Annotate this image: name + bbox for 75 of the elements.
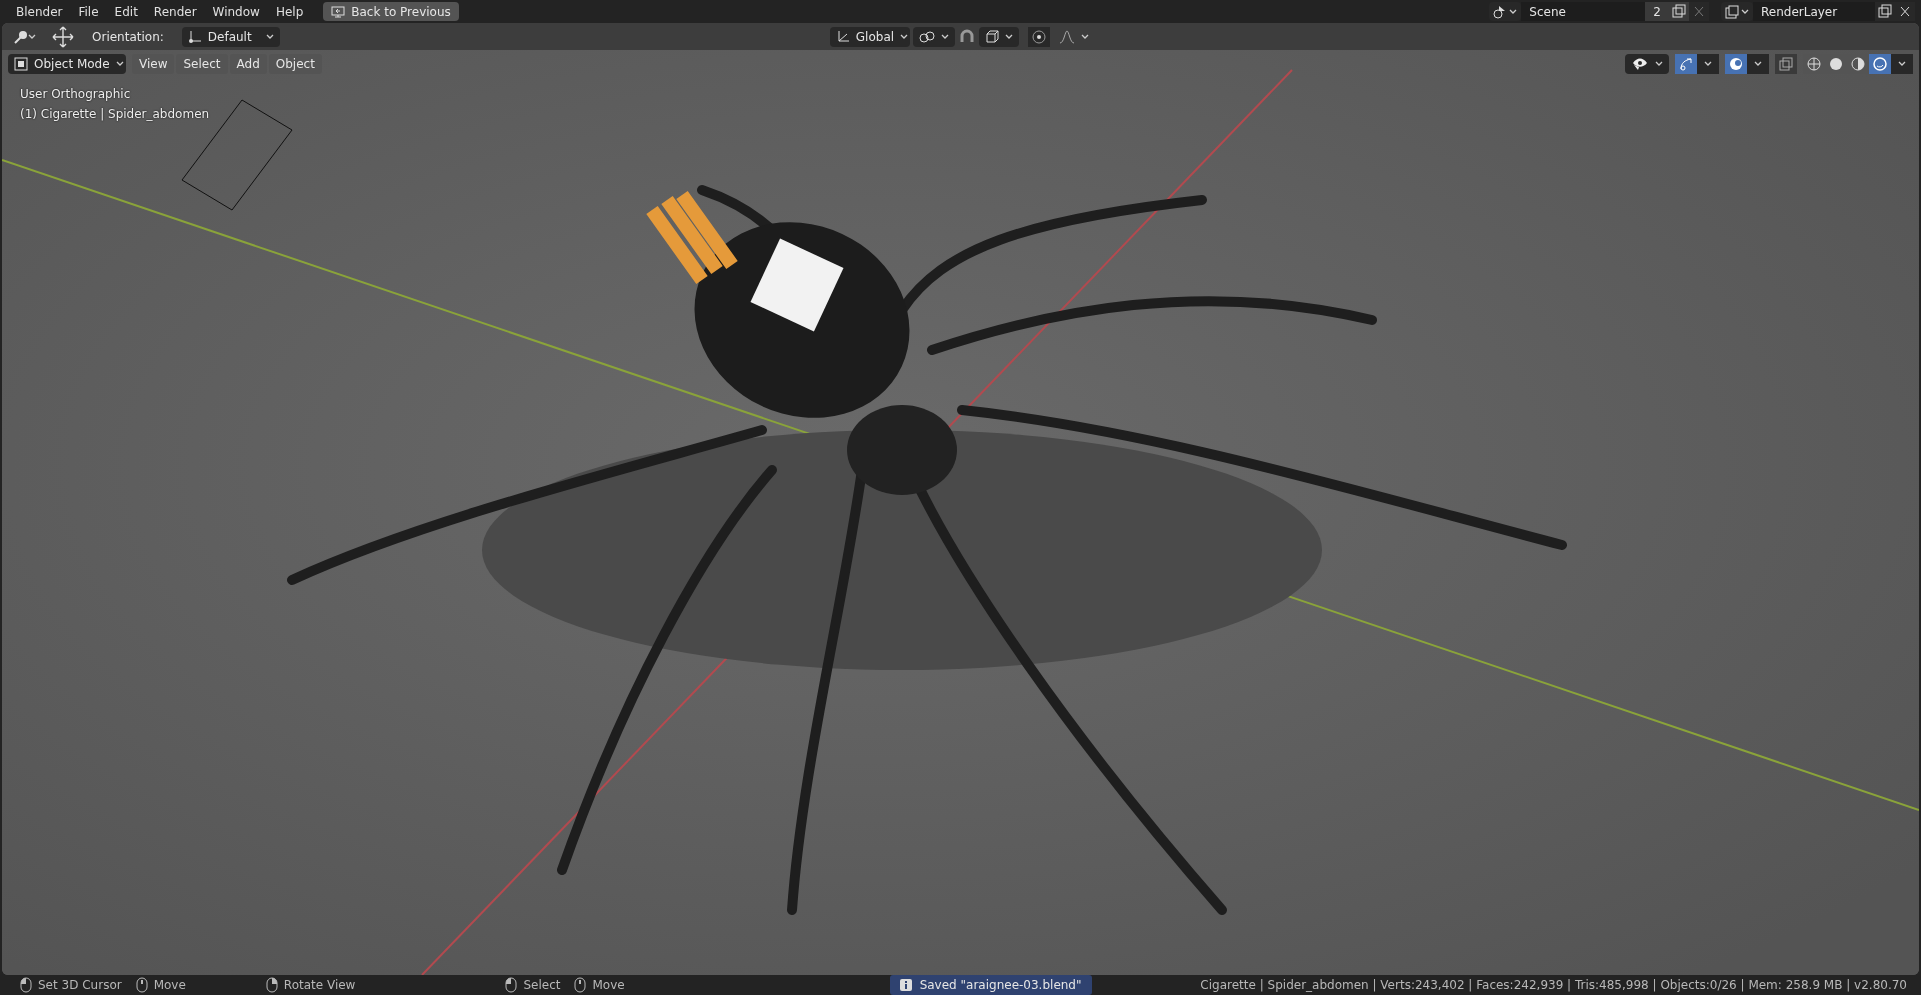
copy-icon[interactable] bbox=[1875, 2, 1895, 21]
orientation-label: Orientation: bbox=[92, 28, 164, 46]
wireframe-sphere-icon bbox=[1807, 56, 1821, 71]
axes-icon bbox=[835, 29, 850, 44]
caret-icon[interactable] bbox=[115, 60, 124, 67]
back-button[interactable]: Back to Previous bbox=[323, 2, 459, 21]
menu-button[interactable]: View bbox=[132, 53, 175, 74]
caret-icon[interactable] bbox=[265, 33, 274, 40]
overlay-icon bbox=[1729, 56, 1743, 71]
half-sphere-icon bbox=[1851, 56, 1865, 71]
caret-icon[interactable] bbox=[1655, 60, 1663, 67]
overlay-toggle[interactable] bbox=[1725, 53, 1747, 74]
menu-button[interactable]: Select bbox=[176, 53, 228, 74]
move-icon[interactable] bbox=[52, 25, 74, 48]
caret-icon[interactable] bbox=[940, 33, 949, 40]
report-text: Saved "araignee-03.blend" bbox=[919, 977, 1082, 994]
rendered-sphere-icon bbox=[1873, 56, 1887, 71]
mouse-icon bbox=[265, 977, 278, 993]
caret-icon[interactable] bbox=[1509, 8, 1518, 15]
scene-selector[interactable] bbox=[1489, 2, 1522, 21]
xray-icon bbox=[1779, 56, 1793, 71]
app-menu[interactable]: Blender bbox=[8, 2, 71, 21]
caret-icon[interactable] bbox=[28, 33, 36, 40]
visibility-dropdown[interactable] bbox=[1625, 53, 1669, 74]
caret-icon[interactable] bbox=[1754, 60, 1762, 67]
menu-item[interactable]: Window bbox=[204, 2, 268, 21]
mouse-icon bbox=[505, 977, 518, 993]
object-info: (1) Cigarette | Spider_abdomen bbox=[20, 106, 210, 123]
layer-selector[interactable] bbox=[1721, 2, 1753, 21]
cube-icon bbox=[984, 29, 999, 44]
screen-icon bbox=[331, 5, 346, 18]
cursor-icon bbox=[14, 29, 28, 44]
scene-field[interactable]: Scene bbox=[1521, 2, 1646, 21]
info-icon bbox=[899, 979, 912, 991]
menu-item[interactable]: Help bbox=[267, 2, 312, 21]
snap-dropdown[interactable] bbox=[978, 26, 1019, 47]
user-count[interactable]: 2 bbox=[1645, 2, 1669, 21]
caret-icon[interactable] bbox=[1080, 33, 1089, 40]
caret-icon[interactable] bbox=[1741, 8, 1749, 15]
menu-item[interactable]: Render bbox=[145, 2, 205, 21]
menu-item[interactable]: Edit bbox=[106, 2, 146, 21]
menu-item[interactable]: File bbox=[70, 2, 107, 21]
layer-field[interactable]: RenderLayer bbox=[1753, 2, 1875, 21]
orientation-dropdown[interactable]: Default bbox=[181, 26, 280, 47]
transform-orientation-dropdown[interactable]: Global bbox=[829, 26, 910, 47]
copy-icon[interactable] bbox=[1669, 2, 1689, 21]
circle-dot-icon bbox=[1031, 29, 1046, 44]
mouse-icon bbox=[574, 977, 587, 993]
axes-icon bbox=[187, 29, 202, 44]
curve-icon bbox=[1058, 29, 1075, 44]
mouse-icon bbox=[135, 977, 148, 993]
caret-icon[interactable] bbox=[1898, 60, 1906, 67]
caret-icon[interactable] bbox=[900, 33, 909, 40]
hint-label: Move bbox=[153, 977, 186, 994]
caret-icon[interactable] bbox=[1004, 33, 1013, 40]
xray-toggle[interactable] bbox=[1775, 53, 1797, 74]
hint-label: Move bbox=[592, 977, 625, 994]
mouse-icon bbox=[20, 977, 32, 993]
hint-label: Rotate View bbox=[283, 977, 356, 994]
caret-icon[interactable] bbox=[1704, 60, 1712, 67]
solid-sphere-icon bbox=[1829, 56, 1843, 71]
proportional-toggle[interactable] bbox=[1027, 26, 1050, 47]
eye-icon bbox=[1631, 56, 1649, 71]
pivot-dropdown[interactable] bbox=[912, 26, 955, 47]
hint-label: Select bbox=[523, 977, 561, 994]
image-stack-icon bbox=[1725, 4, 1739, 19]
hint-label: Set 3D Cursor bbox=[38, 977, 122, 994]
mode-dropdown[interactable]: Object Mode bbox=[8, 53, 126, 74]
shading-button[interactable] bbox=[1869, 53, 1891, 74]
gizmo-toggle[interactable] bbox=[1675, 53, 1697, 74]
link-icon bbox=[918, 29, 935, 44]
gizmo-icon bbox=[1679, 56, 1693, 71]
view-name: User Orthographic bbox=[20, 86, 131, 103]
object-mode-icon bbox=[14, 56, 28, 71]
scene-stats: Cigarette | Spider_abdomen | Verts:243,402 | Faces:242,939 | Tris:485,998 | Objects:0/26 | Mem: 258.9 MB | v2.80.70 bbox=[1200, 977, 1907, 994]
